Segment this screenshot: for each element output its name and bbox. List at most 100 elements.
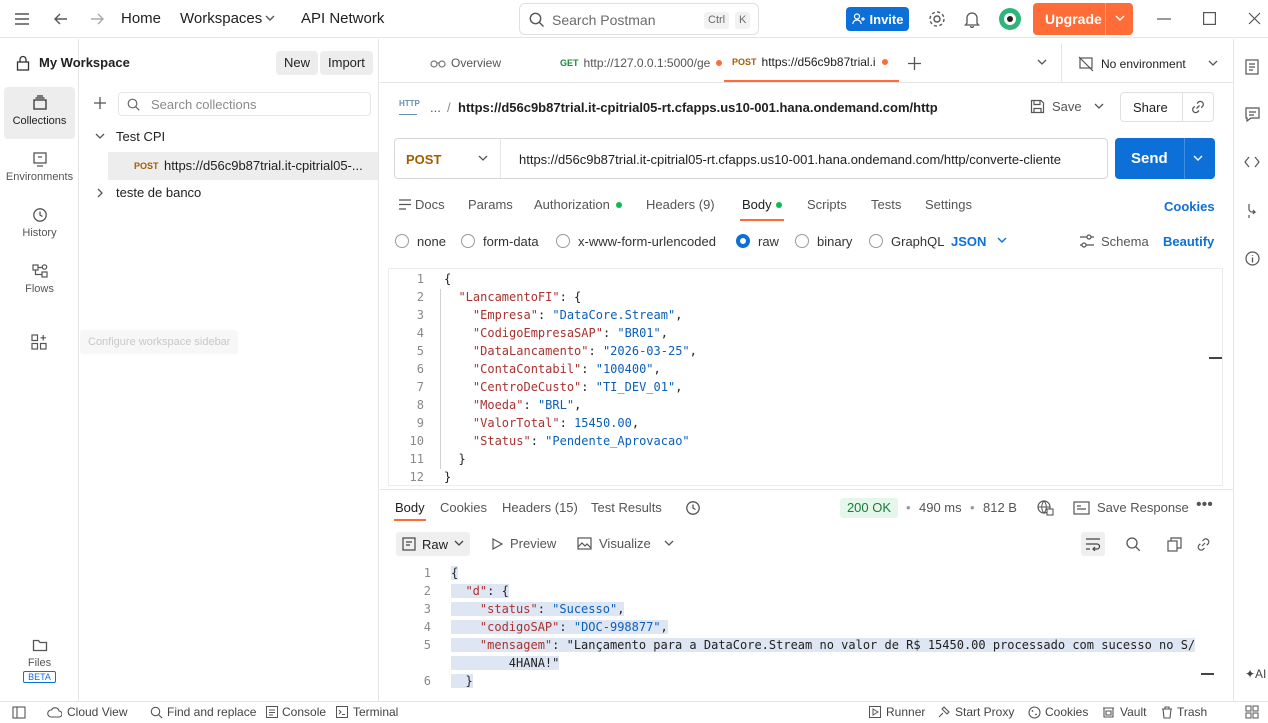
collections-search-input[interactable]: Search collections (118, 92, 371, 116)
tab-get-request[interactable]: GET http://127.0.0.1:5000/ge (560, 44, 723, 82)
tab-settings[interactable]: Settings (925, 197, 972, 212)
save-response-button[interactable]: Save Response (1097, 500, 1189, 515)
response-tab-test-results[interactable]: Test Results (591, 500, 662, 515)
chevron-down-icon[interactable] (664, 540, 674, 548)
send-button[interactable]: Send (1131, 150, 1168, 167)
radio-form-data[interactable] (461, 234, 475, 248)
response-tab-cookies[interactable]: Cookies (440, 500, 487, 515)
tab-scripts[interactable]: Scripts (807, 197, 847, 212)
request-item[interactable]: POST https://d56c9b87trial.it-cpitrial05… (108, 152, 378, 180)
tab-params[interactable]: Params (468, 197, 513, 212)
tab-tests[interactable]: Tests (871, 197, 901, 212)
new-button[interactable]: New (276, 51, 319, 75)
close-icon[interactable] (1248, 12, 1261, 25)
schema-button[interactable]: Schema (1101, 234, 1149, 249)
search-icon[interactable] (1126, 537, 1141, 552)
tab-body[interactable]: Body (742, 197, 772, 212)
rail-collections[interactable]: Collections (4, 87, 75, 139)
view-mode-select[interactable]: Raw (396, 532, 471, 556)
gear-icon[interactable] (928, 10, 946, 28)
tab-headers[interactable]: Headers (9) (646, 197, 715, 212)
radio-graphql[interactable] (869, 234, 883, 248)
radio-binary[interactable] (795, 234, 809, 248)
invite-button[interactable]: Invite (846, 7, 909, 31)
breadcrumb-ellipsis[interactable]: ... (430, 100, 441, 115)
workspace-title[interactable]: My Workspace (39, 55, 130, 70)
tab-docs[interactable]: Docs (415, 197, 445, 212)
nav-api-network[interactable]: API Network (301, 10, 384, 27)
response-size[interactable]: 812 B (983, 500, 1017, 515)
comments-icon[interactable] (1245, 107, 1260, 122)
status-badge[interactable]: 200 OK (840, 498, 898, 518)
network-globe-icon[interactable] (1037, 500, 1054, 516)
nav-workspaces[interactable]: Workspaces (180, 10, 262, 27)
beautify-button[interactable]: Beautify (1163, 234, 1214, 249)
help-grid-icon[interactable] (1245, 705, 1259, 719)
link-icon[interactable] (1190, 99, 1206, 115)
plus-icon[interactable] (908, 57, 921, 70)
rail-history[interactable]: History (4, 199, 75, 251)
editor-scrollbar[interactable] (1209, 357, 1222, 359)
info-icon[interactable] (1245, 251, 1260, 266)
link-icon[interactable] (1196, 537, 1211, 552)
tab-overview[interactable]: Overview (430, 44, 501, 82)
toggle-sidebar-icon[interactable] (12, 706, 26, 719)
wrap-lines-button[interactable] (1081, 532, 1105, 556)
pane-divider[interactable] (380, 489, 1233, 490)
tab-authorization[interactable]: Authorization (534, 197, 610, 212)
upgrade-button[interactable]: Upgrade (1033, 3, 1133, 35)
history-icon[interactable] (685, 500, 701, 516)
documentation-icon[interactable] (1245, 59, 1259, 75)
menu-icon[interactable] (14, 12, 30, 26)
cookies-button[interactable]: Cookies (1028, 705, 1088, 719)
radio-raw[interactable] (736, 234, 750, 248)
maximize-icon[interactable] (1203, 12, 1216, 25)
chevron-down-icon[interactable] (1115, 15, 1125, 23)
bell-icon[interactable] (964, 10, 980, 28)
import-button[interactable]: Import (320, 51, 373, 75)
response-time[interactable]: 490 ms (919, 500, 962, 515)
chevron-down-icon[interactable] (1037, 59, 1047, 67)
share-button[interactable]: Share (1133, 100, 1168, 115)
forward-arrow-icon[interactable] (89, 12, 105, 26)
ai-assistant-icon[interactable]: ✦AI (1245, 667, 1266, 681)
more-options-icon[interactable]: ••• (1196, 496, 1213, 514)
rail-environments[interactable]: Environments (4, 143, 75, 195)
related-collections-icon[interactable] (1245, 203, 1259, 219)
cookies-link[interactable]: Cookies (1164, 199, 1215, 214)
tab-post-request[interactable]: POST https://d56c9b87trial.i (724, 44, 899, 82)
nav-home[interactable]: Home (121, 10, 161, 27)
rail-files[interactable]: Files BETA (4, 629, 75, 689)
cloud-view-button[interactable]: Cloud View (47, 705, 127, 719)
radio-urlencoded[interactable] (556, 234, 570, 248)
plus-icon[interactable] (94, 97, 106, 109)
preview-button[interactable]: Preview (491, 536, 556, 551)
collection-item[interactable]: Test CPI (80, 124, 378, 150)
configure-sidebar-icon[interactable] (31, 334, 47, 350)
terminal-button[interactable]: Terminal (336, 705, 398, 719)
minimize-icon[interactable] (1157, 18, 1171, 20)
code-icon[interactable] (1244, 156, 1260, 168)
find-replace-button[interactable]: Find and replace (150, 705, 256, 719)
copy-icon[interactable] (1167, 537, 1182, 552)
radio-none[interactable] (395, 234, 409, 248)
rail-flows[interactable]: Flows (4, 255, 75, 307)
collection-item[interactable]: teste de banco (80, 180, 378, 206)
environment-selector[interactable]: No environment (1078, 56, 1218, 72)
chevron-down-icon[interactable] (1094, 103, 1104, 111)
language-select[interactable]: JSON (951, 234, 986, 249)
save-button[interactable]: Save (1030, 99, 1082, 114)
vault-button[interactable]: Vault (1102, 705, 1146, 719)
back-arrow-icon[interactable] (53, 12, 69, 26)
console-button[interactable]: Console (266, 705, 326, 719)
runner-button[interactable]: Runner (869, 705, 925, 719)
chevron-down-icon[interactable] (1193, 155, 1203, 163)
avatar[interactable] (998, 7, 1022, 31)
request-title[interactable]: https://d56c9b87trial.it-cpitrial05-rt.c… (458, 100, 938, 115)
method-select[interactable]: POST (395, 139, 501, 178)
response-tab-headers[interactable]: Headers (15) (502, 500, 578, 515)
response-tab-body[interactable]: Body (395, 500, 425, 515)
chevron-down-icon[interactable] (997, 237, 1007, 245)
url-input[interactable]: https://d56c9b87trial.it-cpitrial05-rt.c… (519, 152, 1061, 167)
trash-button[interactable]: Trash (1161, 705, 1207, 719)
